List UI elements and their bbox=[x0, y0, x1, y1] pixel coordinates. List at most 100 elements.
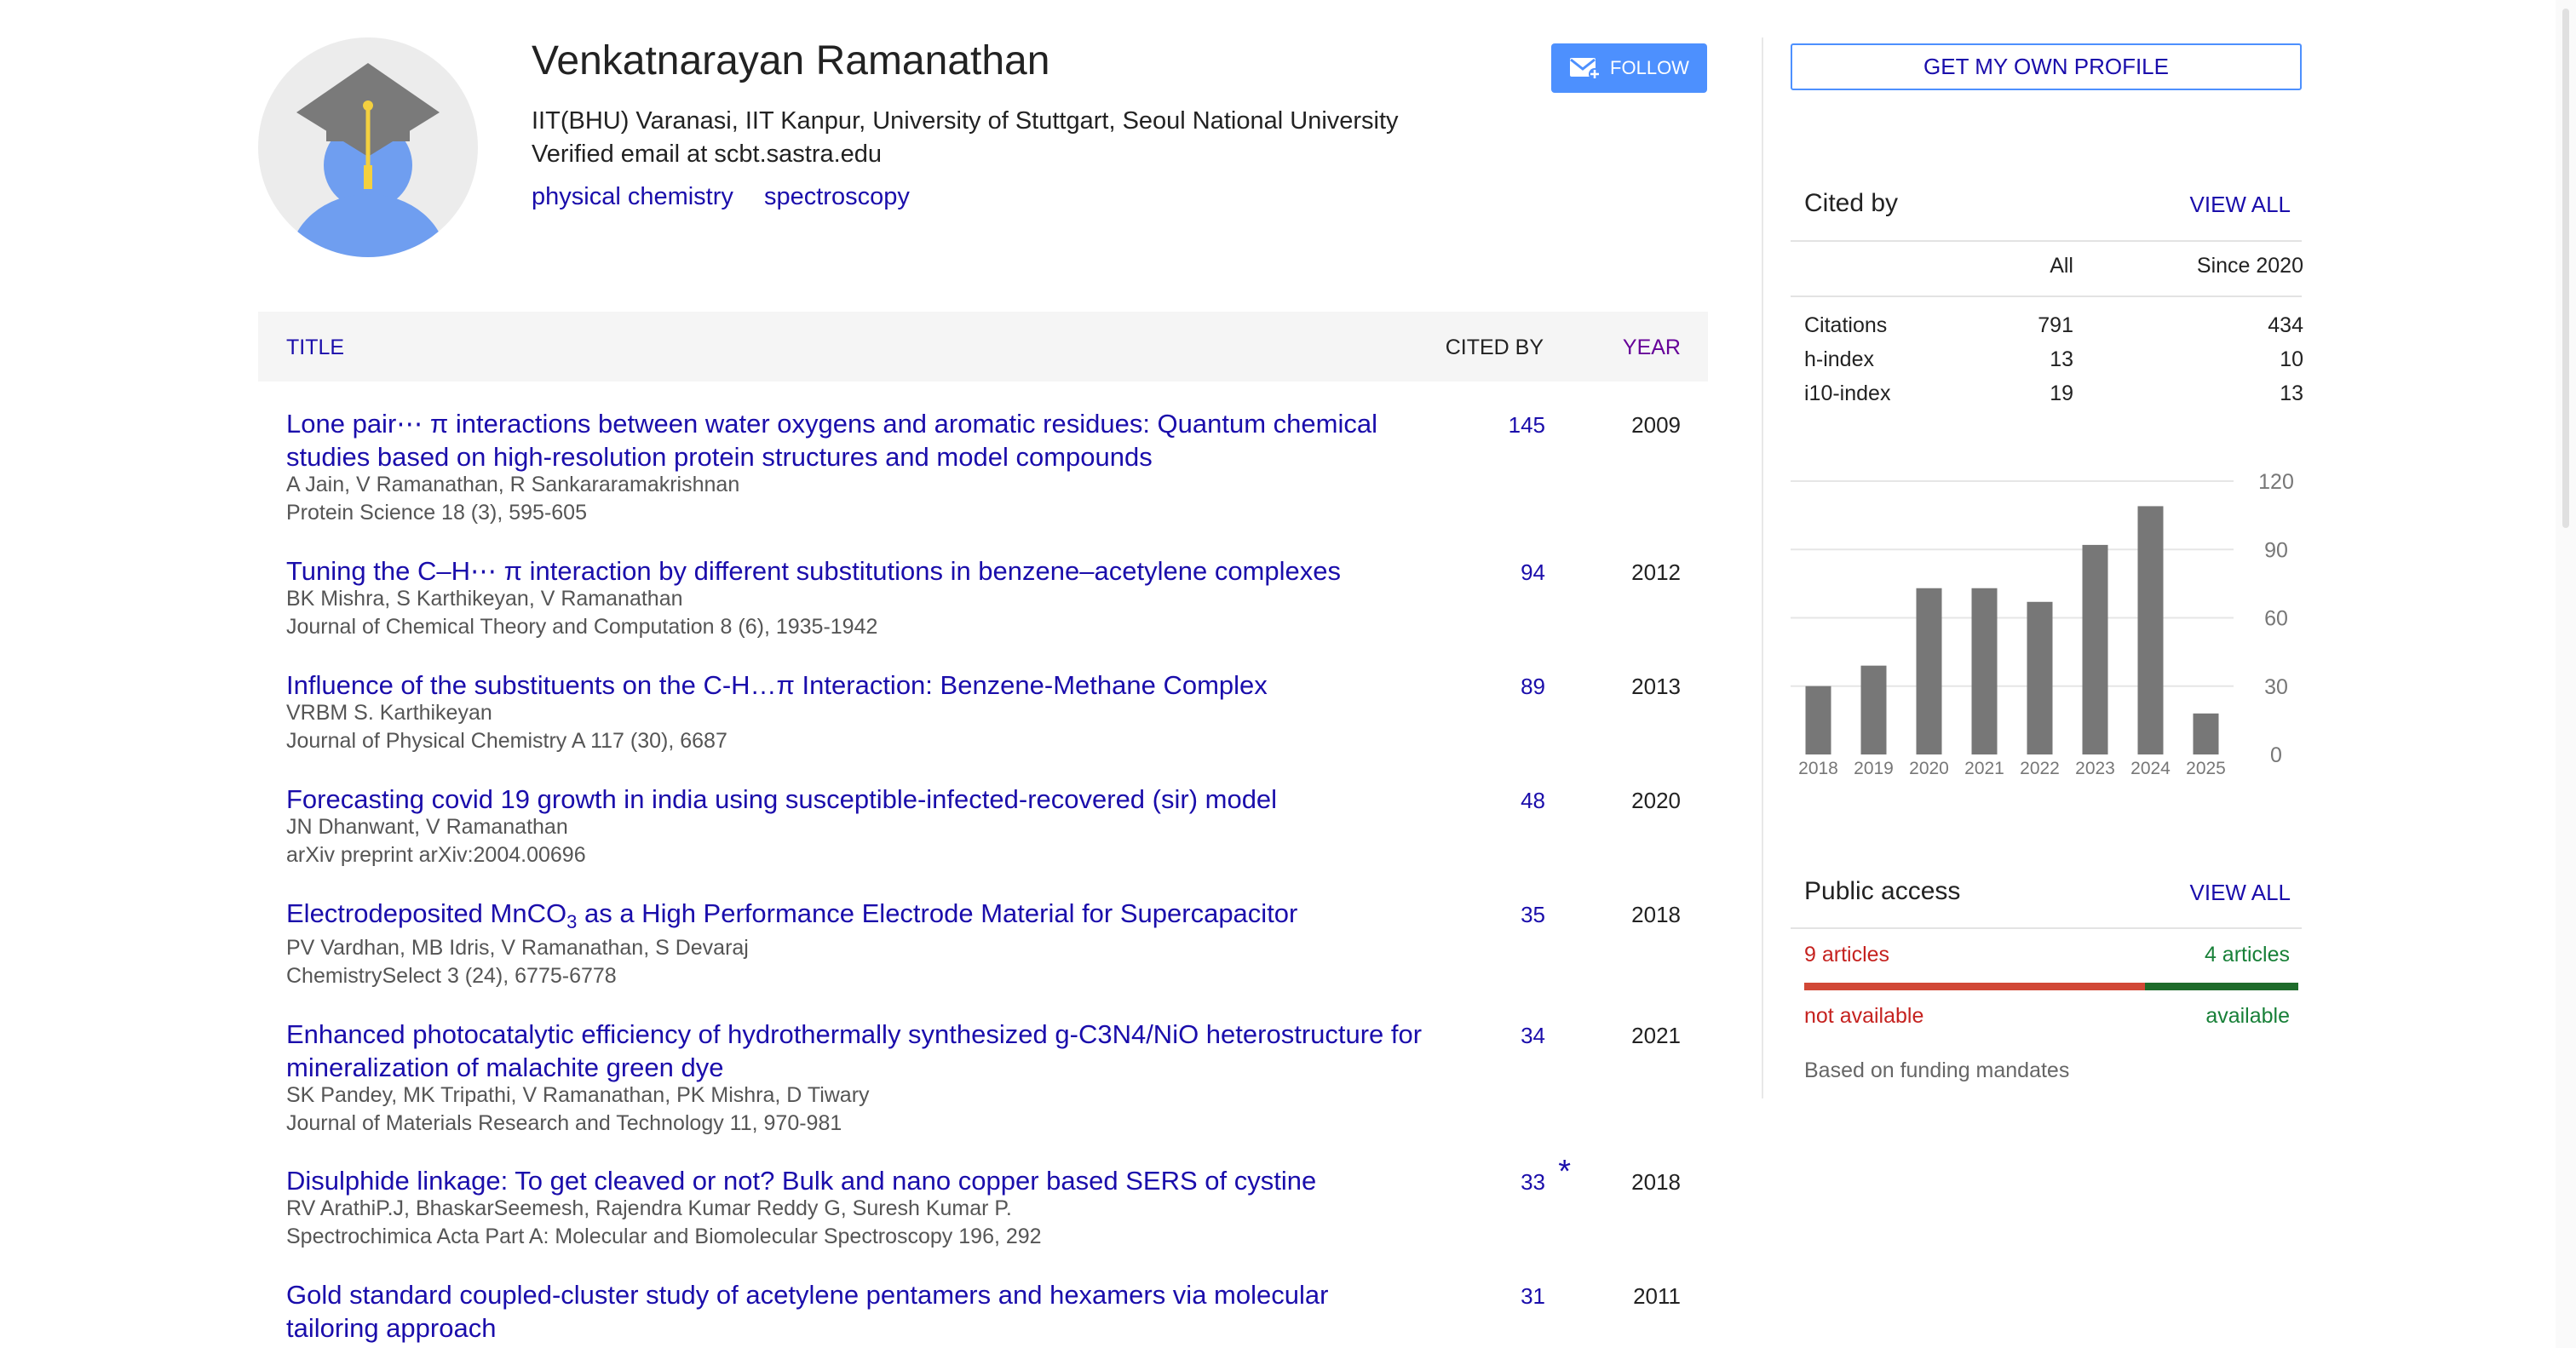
citation-bar[interactable] bbox=[1860, 665, 1887, 754]
article-title[interactable]: Disulphide linkage: To get cleaved or no… bbox=[286, 1164, 1428, 1197]
y-tick-label: 60 bbox=[2264, 607, 2288, 631]
profile-interests: physical chemistry spectroscopy bbox=[532, 183, 934, 211]
available-bar bbox=[2145, 983, 2298, 990]
available-count[interactable]: 4 articles bbox=[2205, 943, 2290, 967]
article-year: 2018 bbox=[1631, 902, 1681, 927]
divider bbox=[1791, 295, 2302, 297]
citation-bar[interactable] bbox=[1971, 588, 1998, 754]
interest-link[interactable]: physical chemistry bbox=[532, 183, 733, 210]
article-authors: BK Mishra, S Karthikeyan, V Ramanathan bbox=[286, 587, 683, 611]
article-title[interactable]: Gold standard coupled-cluster study of a… bbox=[286, 1278, 1428, 1345]
sort-by-year[interactable]: YEAR bbox=[1623, 336, 1681, 360]
cited-by-title: Cited by bbox=[1804, 189, 1899, 217]
x-tick-label: 2021 bbox=[1964, 759, 2004, 778]
citation-bar[interactable] bbox=[2137, 506, 2164, 754]
profile-avatar bbox=[258, 37, 478, 257]
title-part: as a High Performance Electrode Material… bbox=[577, 898, 1298, 928]
article-authors: VRBM S. Karthikeyan bbox=[286, 701, 492, 725]
article-venue: arXiv preprint arXiv:2004.00696 bbox=[286, 843, 586, 867]
article-year: 2020 bbox=[1631, 788, 1681, 813]
citation-bar[interactable] bbox=[1805, 685, 1831, 754]
follow-label: FOLLOW bbox=[1610, 57, 1689, 78]
article-venue: Journal of Chemical Theory and Computati… bbox=[286, 615, 878, 639]
follow-button[interactable]: FOLLOW bbox=[1551, 43, 1707, 93]
stat-since: 434 bbox=[2268, 313, 2303, 337]
sort-by-cited[interactable]: CITED BY bbox=[1446, 336, 1544, 360]
y-tick-label: 30 bbox=[2264, 675, 2288, 699]
stat-since: 13 bbox=[2280, 381, 2303, 405]
article-title[interactable]: Enhanced photocatalytic efficiency of hy… bbox=[286, 1018, 1428, 1084]
col-header-since: Since 2020 bbox=[2196, 254, 2303, 278]
stat-label: Citations bbox=[1804, 313, 1888, 337]
profile-affiliation: IIT(BHU) Varanasi, IIT Kanpur, Universit… bbox=[532, 107, 1399, 135]
y-tick-label: 0 bbox=[2270, 743, 2282, 767]
cited-count-link[interactable]: 35 bbox=[1521, 902, 1545, 928]
article-year: 2009 bbox=[1631, 412, 1681, 438]
cited-by-view-all[interactable]: VIEW ALL bbox=[2190, 192, 2291, 218]
article-venue: Journal of Materials Research and Techno… bbox=[286, 1111, 842, 1135]
cited-count-link[interactable]: 34 bbox=[1521, 1023, 1545, 1049]
y-tick-label: 90 bbox=[2264, 538, 2288, 562]
article-title[interactable]: Lone pair⋯ π interactions between water … bbox=[286, 407, 1428, 473]
cited-count-link[interactable]: 145 bbox=[1509, 412, 1545, 439]
article-title[interactable]: Influence of the substituents on the C-H… bbox=[286, 668, 1428, 702]
x-tick-label: 2020 bbox=[1909, 759, 1949, 778]
sort-by-title[interactable]: TITLE bbox=[286, 336, 344, 360]
article-authors: JN Dhanwant, V Ramanathan bbox=[286, 815, 568, 839]
cited-count-link[interactable]: 94 bbox=[1521, 559, 1545, 586]
stat-all: 13 bbox=[2050, 347, 2073, 371]
article-authors: SK Pandey, MK Tripathi, V Ramanathan, PK… bbox=[286, 1083, 870, 1107]
sidebar-divider bbox=[1762, 37, 1763, 1098]
merged-citations-star[interactable]: * bbox=[1558, 1154, 1571, 1190]
citation-bar[interactable] bbox=[2082, 544, 2108, 754]
scrollbar-thumb[interactable] bbox=[2562, 9, 2569, 528]
citation-bar[interactable] bbox=[2193, 713, 2219, 754]
public-access-view-all[interactable]: VIEW ALL bbox=[2190, 880, 2291, 906]
x-tick-label: 2023 bbox=[2075, 759, 2115, 778]
article-authors: A Jain, V Ramanathan, R Sankararamakrish… bbox=[286, 473, 740, 496]
x-tick-label: 2018 bbox=[1798, 759, 1838, 778]
article-title[interactable]: Electrodeposited MnCO3 as a High Perform… bbox=[286, 897, 1428, 938]
cited-count-link[interactable]: 48 bbox=[1521, 788, 1545, 814]
not-available-count[interactable]: 9 articles bbox=[1804, 943, 1889, 967]
col-header-all: All bbox=[2050, 254, 2073, 278]
not-available-bar bbox=[1804, 983, 2145, 990]
x-tick-label: 2024 bbox=[2130, 759, 2171, 778]
not-available-label: not available bbox=[1804, 1004, 1924, 1028]
x-tick-label: 2025 bbox=[2186, 759, 2226, 778]
article-year: 2012 bbox=[1631, 559, 1681, 585]
profile-email: Verified email at scbt.sastra.edu bbox=[532, 141, 883, 168]
citation-bar[interactable] bbox=[1916, 588, 1942, 754]
article-venue: ChemistrySelect 3 (24), 6775-6778 bbox=[286, 964, 617, 988]
stat-label: i10-index bbox=[1804, 381, 1891, 405]
x-tick-label: 2019 bbox=[1854, 759, 1894, 778]
mail-follow-icon bbox=[1570, 58, 1601, 80]
article-title[interactable]: Forecasting covid 19 growth in india usi… bbox=[286, 783, 1428, 816]
interest-link[interactable]: spectroscopy bbox=[764, 183, 910, 210]
citations-per-year-chart: 0 30 60 90 120 2018 2019 2020 2021 2022 2023 2024 20… bbox=[1791, 470, 2294, 778]
divider bbox=[1791, 927, 2302, 929]
public-access-title: Public access bbox=[1804, 877, 1961, 905]
article-venue: Protein Science 18 (3), 595-605 bbox=[286, 501, 587, 525]
stat-since: 10 bbox=[2280, 347, 2303, 371]
profile-name: Venkatnarayan Ramanathan bbox=[532, 38, 1050, 83]
cited-count-link[interactable]: 33 bbox=[1521, 1169, 1545, 1196]
cited-count-link[interactable]: 89 bbox=[1521, 674, 1545, 700]
x-tick-label: 2022 bbox=[2020, 759, 2060, 778]
article-year: 2018 bbox=[1631, 1169, 1681, 1195]
articles-table-header: TITLE CITED BY YEAR bbox=[258, 312, 1708, 381]
article-venue: Spectrochimica Acta Part A: Molecular an… bbox=[286, 1225, 1042, 1248]
article-year: 2013 bbox=[1631, 674, 1681, 699]
title-subscript: 3 bbox=[566, 911, 578, 933]
cited-count-link[interactable]: 31 bbox=[1521, 1283, 1545, 1310]
stat-label: h-index bbox=[1804, 347, 1874, 371]
stat-all: 791 bbox=[2038, 313, 2073, 337]
title-part: Electrodeposited MnCO bbox=[286, 898, 567, 928]
article-title[interactable]: Tuning the C–H⋯ π interaction by differe… bbox=[286, 554, 1428, 588]
citation-bar[interactable] bbox=[2027, 601, 2053, 754]
article-authors: RV ArathiP.J, BhaskarSeemesh, Rajendra K… bbox=[286, 1196, 1012, 1220]
article-year: 2021 bbox=[1631, 1023, 1681, 1048]
article-venue: Journal of Physical Chemistry A 117 (30)… bbox=[286, 729, 727, 753]
get-own-profile-button[interactable]: GET MY OWN PROFILE bbox=[1791, 43, 2302, 90]
article-year: 2011 bbox=[1633, 1283, 1681, 1309]
